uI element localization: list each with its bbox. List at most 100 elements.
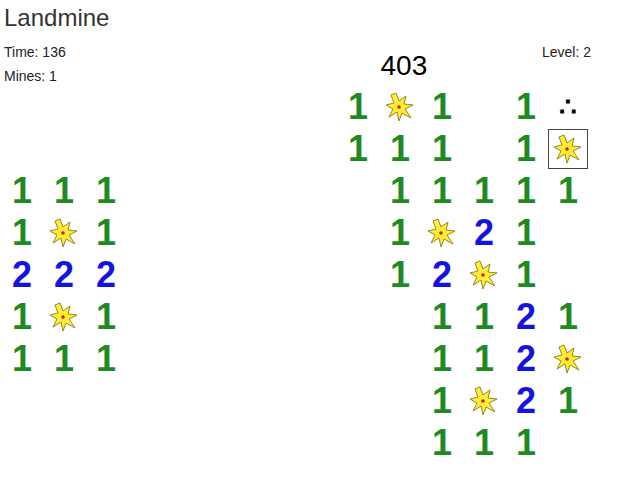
board-cell[interactable]: 1 bbox=[505, 170, 547, 212]
board-cell[interactable] bbox=[127, 338, 169, 380]
board-cell[interactable] bbox=[253, 254, 295, 296]
board-cell[interactable] bbox=[211, 170, 253, 212]
board-cell[interactable]: ∴ bbox=[547, 86, 589, 128]
board-cell[interactable] bbox=[295, 296, 337, 338]
board-cell[interactable] bbox=[337, 296, 379, 338]
board-cell[interactable] bbox=[43, 422, 85, 464]
board-cell[interactable] bbox=[1, 128, 43, 170]
board-cell[interactable] bbox=[295, 338, 337, 380]
board-cell[interactable] bbox=[463, 128, 505, 170]
board-cell[interactable] bbox=[337, 254, 379, 296]
board-cell[interactable] bbox=[85, 128, 127, 170]
board-cell[interactable] bbox=[463, 86, 505, 128]
board-cell[interactable] bbox=[379, 338, 421, 380]
board-cell[interactable] bbox=[253, 170, 295, 212]
board-cell[interactable]: 2 bbox=[1, 254, 43, 296]
board-cell[interactable] bbox=[211, 128, 253, 170]
board-cell[interactable] bbox=[169, 296, 211, 338]
board-cell[interactable] bbox=[211, 422, 253, 464]
board-cell[interactable]: 1 bbox=[1, 338, 43, 380]
board-cell[interactable]: 1 bbox=[421, 128, 463, 170]
board-cell[interactable] bbox=[211, 380, 253, 422]
board-cell[interactable] bbox=[169, 380, 211, 422]
board-cell[interactable]: 1 bbox=[379, 254, 421, 296]
board-cell[interactable] bbox=[337, 422, 379, 464]
board-cell[interactable] bbox=[85, 86, 127, 128]
board-cell[interactable] bbox=[547, 128, 589, 170]
board-cell[interactable]: 1 bbox=[337, 86, 379, 128]
board-cell[interactable] bbox=[169, 128, 211, 170]
board-cell[interactable]: 2 bbox=[505, 380, 547, 422]
board-cell[interactable]: 2 bbox=[505, 338, 547, 380]
board-cell[interactable] bbox=[211, 296, 253, 338]
board-cell[interactable]: 2 bbox=[85, 254, 127, 296]
board-cell[interactable] bbox=[43, 128, 85, 170]
board-cell[interactable]: 1 bbox=[85, 296, 127, 338]
board-cell[interactable]: 1 bbox=[421, 86, 463, 128]
board-cell[interactable] bbox=[127, 296, 169, 338]
board-cell[interactable] bbox=[169, 422, 211, 464]
board-cell[interactable] bbox=[43, 380, 85, 422]
board-cell[interactable]: 1 bbox=[1, 170, 43, 212]
board-cell[interactable]: 1 bbox=[379, 212, 421, 254]
board-cell[interactable] bbox=[43, 212, 85, 254]
board-cell[interactable] bbox=[295, 422, 337, 464]
board-cell[interactable]: 1 bbox=[421, 380, 463, 422]
board-cell[interactable] bbox=[253, 422, 295, 464]
board-cell[interactable] bbox=[379, 296, 421, 338]
board-cell[interactable] bbox=[211, 212, 253, 254]
board-cell[interactable]: 1 bbox=[547, 296, 589, 338]
board-cell[interactable] bbox=[127, 254, 169, 296]
board-cell[interactable] bbox=[85, 422, 127, 464]
board-cell[interactable] bbox=[295, 212, 337, 254]
board-cell[interactable]: 1 bbox=[547, 170, 589, 212]
game-board[interactable]: 111∴111111111111111212221211111211111121… bbox=[1, 86, 621, 464]
board-cell[interactable] bbox=[169, 170, 211, 212]
board-cell[interactable]: 1 bbox=[379, 128, 421, 170]
board-cell[interactable]: 1 bbox=[85, 170, 127, 212]
board-cell[interactable] bbox=[547, 254, 589, 296]
board-cell[interactable] bbox=[253, 212, 295, 254]
board-cell[interactable] bbox=[127, 380, 169, 422]
board-cell[interactable] bbox=[127, 128, 169, 170]
board-cell[interactable] bbox=[127, 86, 169, 128]
board-cell[interactable] bbox=[1, 86, 43, 128]
board-cell[interactable] bbox=[337, 380, 379, 422]
board-cell[interactable] bbox=[379, 86, 421, 128]
board-cell[interactable] bbox=[253, 86, 295, 128]
board-cell[interactable] bbox=[463, 254, 505, 296]
board-cell[interactable]: 2 bbox=[421, 254, 463, 296]
board-cell[interactable]: 1 bbox=[505, 86, 547, 128]
board-cell[interactable]: 1 bbox=[463, 422, 505, 464]
board-cell[interactable]: 1 bbox=[85, 338, 127, 380]
board-cell[interactable] bbox=[127, 212, 169, 254]
board-cell[interactable] bbox=[43, 86, 85, 128]
board-cell[interactable]: 1 bbox=[421, 296, 463, 338]
board-cell[interactable] bbox=[379, 380, 421, 422]
board-cell[interactable]: 1 bbox=[505, 212, 547, 254]
board-cell[interactable] bbox=[379, 422, 421, 464]
board-cell[interactable] bbox=[295, 380, 337, 422]
board-cell[interactable] bbox=[211, 338, 253, 380]
board-cell[interactable]: 1 bbox=[505, 422, 547, 464]
board-cell[interactable] bbox=[1, 380, 43, 422]
board-cell[interactable]: 1 bbox=[421, 338, 463, 380]
board-cell[interactable] bbox=[295, 170, 337, 212]
board-cell[interactable] bbox=[211, 254, 253, 296]
board-cell[interactable] bbox=[169, 254, 211, 296]
board-cell[interactable] bbox=[169, 86, 211, 128]
board-cell[interactable]: 1 bbox=[379, 170, 421, 212]
board-cell[interactable]: 1 bbox=[505, 254, 547, 296]
board-cell[interactable] bbox=[253, 128, 295, 170]
board-cell[interactable]: 1 bbox=[505, 128, 547, 170]
board-cell[interactable] bbox=[169, 338, 211, 380]
board-cell[interactable] bbox=[169, 212, 211, 254]
board-cell[interactable]: 1 bbox=[463, 296, 505, 338]
board-cell[interactable] bbox=[547, 422, 589, 464]
board-cell[interactable]: 1 bbox=[43, 338, 85, 380]
board-cell[interactable]: 1 bbox=[463, 170, 505, 212]
board-cell[interactable]: 1 bbox=[547, 380, 589, 422]
board-cell[interactable] bbox=[253, 338, 295, 380]
board-cell[interactable]: 1 bbox=[1, 212, 43, 254]
board-cell[interactable]: 1 bbox=[43, 170, 85, 212]
